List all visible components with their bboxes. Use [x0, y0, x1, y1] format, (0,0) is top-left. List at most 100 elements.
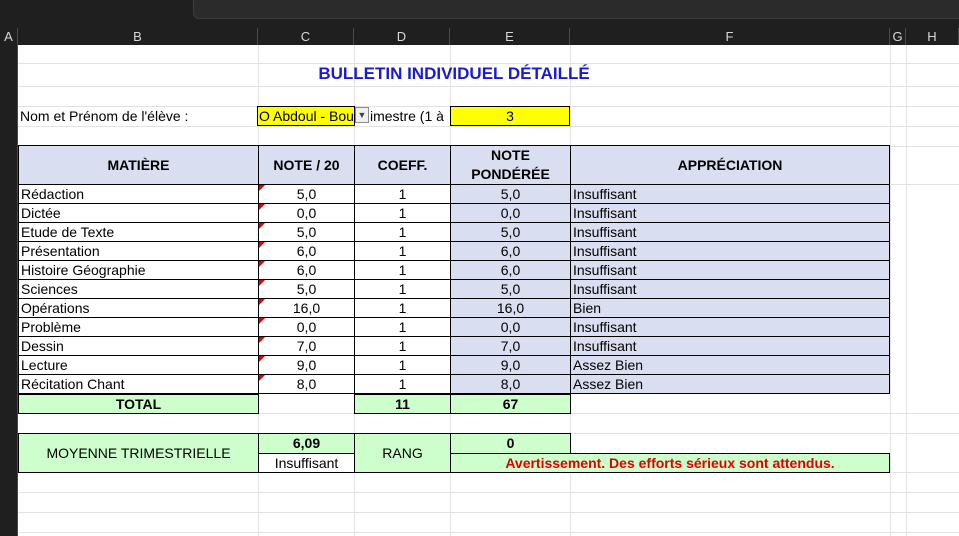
window-top-bar	[0, 0, 959, 28]
row-note[interactable]: 7,0	[258, 336, 355, 356]
moyenne-label: MOYENNE TRIMESTRIELLE	[18, 433, 259, 473]
row-ponderee[interactable]: 6,0	[450, 241, 571, 261]
row-appreciation[interactable]: Insuffisant	[570, 203, 890, 223]
row-matiere[interactable]: Etude de Texte	[18, 222, 259, 242]
row-ponderee[interactable]: 5,0	[450, 279, 571, 299]
row-ponderee[interactable]: 0,0	[450, 203, 571, 223]
row-appreciation[interactable]: Insuffisant	[570, 241, 890, 261]
comment-marker-icon[interactable]	[259, 185, 265, 191]
trimester-label: imestre (1 à	[370, 108, 444, 124]
row-matiere[interactable]: Lecture	[18, 355, 259, 375]
column-header-h[interactable]: H	[906, 28, 959, 45]
grid-line	[890, 45, 891, 536]
row-coeff[interactable]: 1	[354, 203, 451, 223]
row-note[interactable]: 9,0	[258, 355, 355, 375]
comment-marker-icon[interactable]	[259, 223, 265, 229]
row-appreciation[interactable]: Insuffisant	[570, 260, 890, 280]
row-coeff[interactable]: 1	[354, 222, 451, 242]
row-matiere[interactable]: Dictée	[18, 203, 259, 223]
row-coeff[interactable]: 1	[354, 374, 451, 394]
moyenne-value[interactable]: 6,09	[258, 433, 355, 454]
column-header-f[interactable]: F	[570, 28, 890, 45]
chevron-down-icon[interactable]: ▼	[355, 107, 369, 123]
row-ponderee[interactable]: 0,0	[450, 317, 571, 337]
comment-marker-icon[interactable]	[259, 356, 265, 362]
row-appreciation[interactable]: Insuffisant	[570, 184, 890, 204]
page-title: BULLETIN INDIVIDUEL DÉTAILLÉ	[318, 64, 590, 83]
row-ponderee[interactable]: 5,0	[450, 222, 571, 242]
row-header-strip[interactable]	[0, 45, 18, 536]
comment-marker-icon[interactable]	[259, 375, 265, 381]
grid-line	[18, 512, 959, 513]
header-coeff: COEFF.	[354, 145, 451, 185]
student-name-select[interactable]: O Abdoul - Bou	[257, 106, 355, 126]
row-matiere[interactable]: Présentation	[18, 241, 259, 261]
column-header-c[interactable]: C	[258, 28, 354, 45]
row-note[interactable]: 5,0	[258, 222, 355, 242]
row-coeff[interactable]: 1	[354, 184, 451, 204]
header-matiere: MATIÈRE	[18, 145, 259, 185]
row-ponderee[interactable]: 9,0	[450, 355, 571, 375]
row-note[interactable]: 0,0	[258, 203, 355, 223]
row-coeff[interactable]: 1	[354, 241, 451, 261]
row-appreciation[interactable]: Bien	[570, 298, 890, 318]
row-note[interactable]: 5,0	[258, 184, 355, 204]
header-note: NOTE / 20	[258, 145, 355, 185]
column-header-e[interactable]: E	[450, 28, 570, 45]
row-coeff[interactable]: 1	[354, 279, 451, 299]
rang-label: RANG	[354, 433, 451, 473]
total-coeff[interactable]: 11	[354, 394, 451, 414]
column-header-d[interactable]: D	[354, 28, 450, 45]
column-header-a[interactable]: A	[0, 28, 18, 45]
header-appreciation: APPRÉCIATION	[570, 145, 890, 185]
comment-marker-icon[interactable]	[259, 242, 265, 248]
row-appreciation[interactable]: Assez Bien	[570, 374, 890, 394]
trimester-input[interactable]: 3	[450, 106, 570, 126]
row-coeff[interactable]: 1	[354, 355, 451, 375]
rang-value[interactable]: 0	[450, 433, 571, 454]
comment-marker-icon[interactable]	[259, 299, 265, 305]
row-matiere[interactable]: Sciences	[18, 279, 259, 299]
row-note[interactable]: 0,0	[258, 317, 355, 337]
row-ponderee[interactable]: 16,0	[450, 298, 571, 318]
row-appreciation[interactable]: Insuffisant	[570, 317, 890, 337]
row-note[interactable]: 6,0	[258, 260, 355, 280]
row-coeff[interactable]: 1	[354, 336, 451, 356]
grid-line	[18, 532, 959, 533]
warning-message[interactable]: Avertissement. Des efforts sérieux sont …	[450, 453, 890, 473]
row-matiere[interactable]: Opérations	[18, 298, 259, 318]
total-ponderee[interactable]: 67	[450, 394, 571, 414]
row-note[interactable]: 8,0	[258, 374, 355, 394]
comment-marker-icon[interactable]	[259, 280, 265, 286]
row-coeff[interactable]: 1	[354, 298, 451, 318]
row-appreciation[interactable]: Assez Bien	[570, 355, 890, 375]
grid-line	[18, 86, 959, 87]
formula-bar[interactable]	[193, 0, 959, 19]
row-note[interactable]: 6,0	[258, 241, 355, 261]
comment-marker-icon[interactable]	[259, 318, 265, 324]
row-note[interactable]: 5,0	[258, 279, 355, 299]
row-ponderee[interactable]: 8,0	[450, 374, 571, 394]
row-ponderee[interactable]: 7,0	[450, 336, 571, 356]
row-coeff[interactable]: 1	[354, 260, 451, 280]
row-matiere[interactable]: Histoire Géographie	[18, 260, 259, 280]
row-appreciation[interactable]: Insuffisant	[570, 222, 890, 242]
row-ponderee[interactable]: 5,0	[450, 184, 571, 204]
row-appreciation[interactable]: Insuffisant	[570, 279, 890, 299]
grid-line	[18, 492, 959, 493]
row-ponderee[interactable]: 6,0	[450, 260, 571, 280]
row-coeff[interactable]: 1	[354, 317, 451, 337]
row-matiere[interactable]: Récitation Chant	[18, 374, 259, 394]
grid-line	[906, 45, 907, 536]
column-header-g[interactable]: G	[890, 28, 906, 45]
column-header-b[interactable]: B	[18, 28, 258, 45]
row-matiere[interactable]: Problème	[18, 317, 259, 337]
comment-marker-icon[interactable]	[259, 261, 265, 267]
comment-marker-icon[interactable]	[259, 337, 265, 343]
row-matiere[interactable]: Rédaction	[18, 184, 259, 204]
moyenne-appreciation[interactable]: Insuffisant	[258, 453, 355, 473]
row-appreciation[interactable]: Insuffisant	[570, 336, 890, 356]
row-matiere[interactable]: Dessin	[18, 336, 259, 356]
row-note[interactable]: 16,0	[258, 298, 355, 318]
comment-marker-icon[interactable]	[259, 204, 265, 210]
